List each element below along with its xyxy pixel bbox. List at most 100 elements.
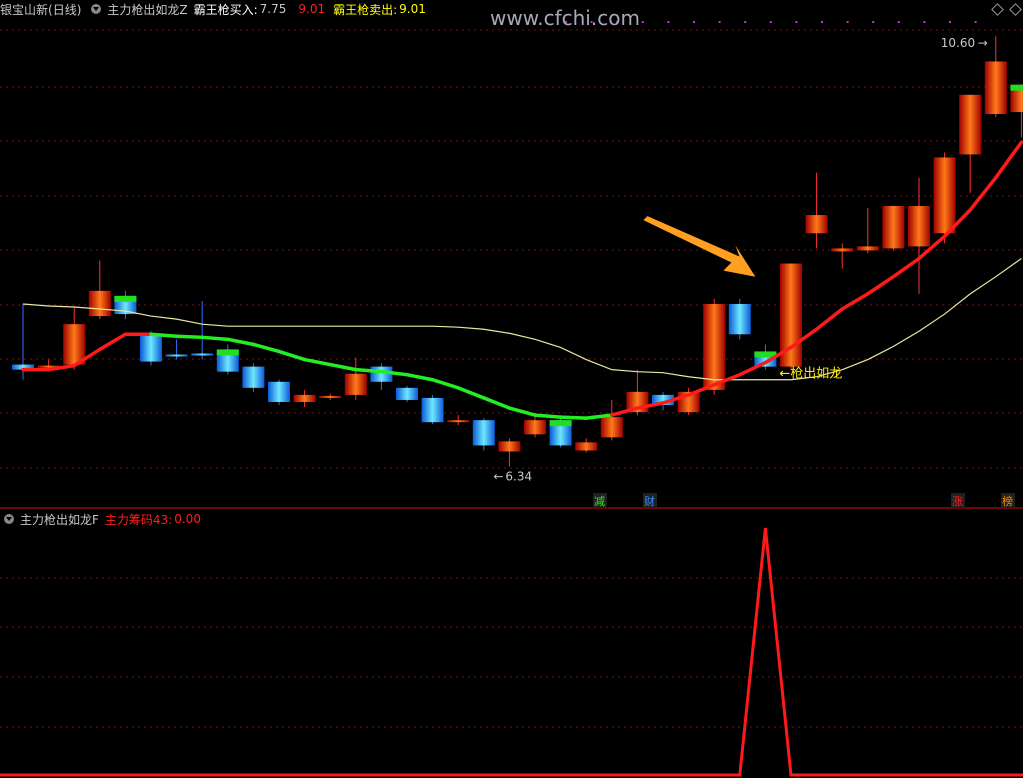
candle-body — [242, 366, 265, 388]
annotation-layer: 10.60 → ← 6.34 ←枪出如龙减 财 涨 榜 — [493, 21, 1015, 508]
grid-lines — [0, 29, 1023, 728]
dot-marker — [821, 21, 823, 23]
series-label: 主力筹码43: — [104, 512, 173, 527]
candle-body — [908, 205, 930, 247]
dot-marker — [718, 21, 721, 23]
trend-segment — [866, 274, 896, 296]
candle-body — [882, 205, 905, 249]
trend-segment — [430, 378, 460, 390]
candle-body — [984, 61, 1007, 115]
sell-label: 霸王枪卖出: — [333, 2, 398, 17]
sub-header: 主力枪出如龙F 主力筹码43: 0.00 — [0, 510, 207, 528]
chart-canvas: 10.60 → ← 6.34 ←枪出如龙减 财 涨 榜 — [0, 21, 1023, 777]
candle-body — [447, 420, 470, 423]
trend-segment — [994, 140, 1023, 180]
trend-segment — [456, 386, 486, 400]
candle-body — [140, 334, 162, 362]
arrow-right-icon: → — [978, 36, 988, 50]
dot-marker — [923, 21, 926, 23]
candle-body — [524, 420, 546, 435]
trend-segment — [226, 337, 256, 347]
dot-marker — [693, 21, 695, 23]
trend-segment — [891, 256, 921, 279]
buy-value: 7.75 — [259, 2, 287, 16]
trend-segment — [174, 334, 204, 340]
candle-body — [831, 248, 854, 252]
sub-indicator-menu-icon[interactable] — [4, 514, 14, 524]
watermark: www.cfchi.com — [490, 6, 640, 30]
candle-body — [344, 373, 367, 395]
trend-segment — [149, 332, 179, 339]
candle-body — [396, 387, 418, 400]
dot-marker — [846, 21, 849, 23]
dot-marker — [949, 21, 951, 23]
trend-segment — [738, 360, 768, 377]
trend-segment — [686, 383, 716, 397]
trend-segment — [302, 357, 332, 367]
candle-cap — [1010, 84, 1023, 91]
candle-body — [498, 441, 521, 452]
trend-segment — [328, 362, 358, 372]
candle-body — [421, 397, 444, 423]
trend-segment — [482, 396, 512, 410]
trend-segment — [277, 349, 307, 362]
trend-segment — [200, 335, 230, 342]
arrow-pointer-icon — [643, 216, 756, 277]
dot-marker — [641, 21, 644, 23]
trend-segment — [98, 332, 128, 352]
candle-body — [88, 290, 111, 317]
marker-0: 减 — [594, 495, 605, 508]
sub-panel-layer — [0, 527, 1023, 777]
indicator-menu-icon[interactable] — [91, 4, 102, 14]
candle-body — [191, 353, 214, 356]
period-label: (日线) — [48, 2, 82, 17]
candle-body — [959, 94, 982, 155]
main-header: 银宝山新 (日线) 主力枪出如龙Z 霸王枪买入: 7.75 9.01 霸王枪卖出… — [0, 0, 432, 18]
candle-cap — [216, 349, 239, 356]
arrow-left-icon: ← — [493, 470, 503, 484]
candle-body — [165, 354, 188, 357]
indicator-name[interactable]: 主力枪出如龙Z — [107, 1, 187, 18]
trend-segment — [507, 406, 537, 417]
high-price-label: 10.60 — [941, 36, 975, 50]
indicator-lines — [21, 140, 1023, 420]
candle-body — [856, 246, 879, 251]
candle-body — [319, 395, 342, 398]
marker-1: 财 — [644, 494, 655, 508]
signal-label: ←枪出如龙 — [779, 366, 842, 382]
ma-line — [22, 258, 1022, 381]
series-value: 0.00 — [174, 512, 201, 526]
sub-indicator-name[interactable]: 主力枪出如龙F — [20, 511, 99, 528]
candle-body — [728, 303, 751, 335]
trend-segment — [354, 367, 384, 374]
dot-marker — [795, 21, 798, 23]
dot-marker — [897, 21, 900, 23]
stock-name: 银宝山新 — [0, 2, 49, 17]
trend-segment — [533, 413, 563, 419]
buy-label: 霸王枪买入: — [193, 2, 258, 17]
trend-segment — [558, 415, 588, 420]
marker-2: 涨 — [952, 495, 963, 508]
sub-series-line — [0, 527, 1023, 777]
candle-body — [63, 324, 86, 365]
candle-body — [703, 303, 726, 390]
candle-cap — [114, 295, 137, 302]
candle-body — [600, 417, 623, 438]
dot-marker — [744, 21, 747, 23]
trend-segment — [840, 292, 870, 311]
dot-marker — [974, 21, 977, 23]
dot-marker — [667, 21, 670, 23]
trend-segment — [814, 307, 844, 331]
trend-segment — [968, 175, 998, 212]
dot-marker — [769, 21, 772, 23]
candle-body — [472, 420, 495, 446]
candle-cap — [549, 420, 572, 427]
low-price-label: 6.34 — [505, 470, 532, 484]
dot-marker — [872, 21, 875, 23]
trend-segment — [251, 342, 281, 354]
marker-3: 榜 — [1002, 494, 1013, 508]
candle-body — [575, 442, 598, 451]
mid-value: 9.01 — [298, 2, 326, 16]
candle-body — [805, 215, 828, 234]
candles-layer — [12, 36, 1023, 467]
